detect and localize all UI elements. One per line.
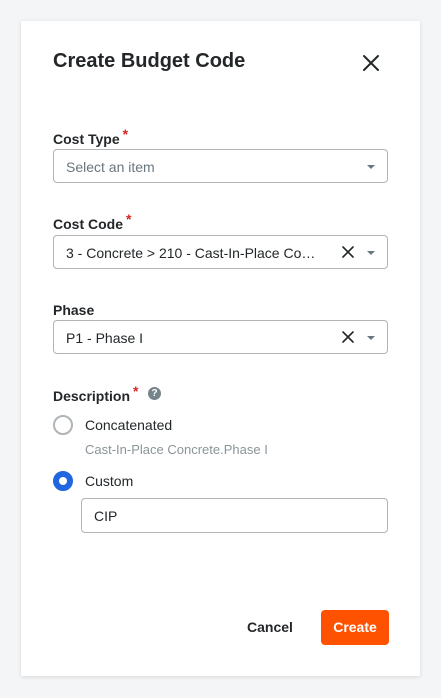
phase-label: Phase <box>53 302 95 318</box>
clear-icon[interactable] <box>341 245 355 259</box>
custom-description-input[interactable]: CIP <box>81 498 388 533</box>
cost-type-select[interactable]: Select an item <box>53 149 388 183</box>
chevron-down-icon <box>367 336 375 340</box>
radio-custom-label: Custom <box>85 473 134 489</box>
required-mark: * <box>133 383 139 399</box>
required-mark: * <box>122 126 129 142</box>
radio-concatenated-label: Concatenated <box>85 417 173 433</box>
create-budget-code-dialog: Create Budget Code Cost Type * Select an … <box>21 21 420 676</box>
create-button[interactable]: Create <box>321 610 389 645</box>
concatenated-preview: Cast-In-Place Concrete.Phase I <box>85 442 268 457</box>
required-mark: * <box>126 211 132 227</box>
cost-type-label: Cost Type * <box>53 126 129 147</box>
chevron-down-icon <box>367 165 375 169</box>
cancel-button[interactable]: Cancel <box>247 619 293 635</box>
cost-type-placeholder: Select an item <box>66 159 155 175</box>
phase-value: P1 - Phase I <box>66 330 144 346</box>
dialog-title: Create Budget Code <box>53 50 246 72</box>
cost-code-value: 3 - Concrete > 210 - Cast-In-Place Conc.… <box>66 245 322 261</box>
cost-code-label: Cost Code * <box>53 211 132 232</box>
help-icon[interactable]: ? <box>148 387 161 400</box>
phase-select[interactable]: P1 - Phase I <box>53 320 388 354</box>
radio-custom[interactable] <box>53 471 73 491</box>
chevron-down-icon <box>367 251 375 255</box>
clear-icon[interactable] <box>341 330 355 344</box>
description-label: Description * <box>53 383 139 404</box>
close-button[interactable] <box>359 51 383 75</box>
cost-code-select[interactable]: 3 - Concrete > 210 - Cast-In-Place Conc.… <box>53 235 388 269</box>
custom-description-value: CIP <box>94 508 118 524</box>
radio-concatenated[interactable] <box>53 415 73 435</box>
close-icon <box>363 55 379 71</box>
